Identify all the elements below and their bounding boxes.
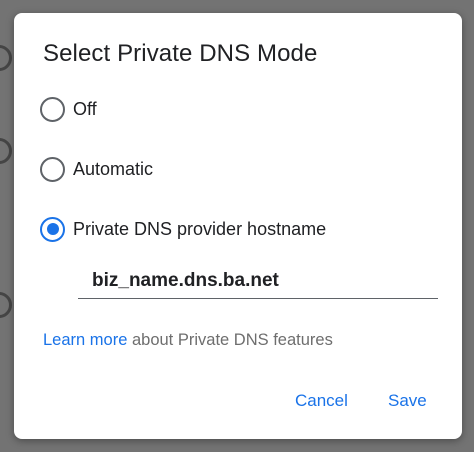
learn-more-link[interactable]: Learn more	[43, 331, 127, 349]
dialog-title: Select Private DNS Mode	[43, 40, 318, 67]
option-automatic[interactable]: Automatic	[40, 154, 153, 184]
background-settings-icon	[0, 292, 12, 318]
radio-off[interactable]	[40, 96, 65, 122]
option-off[interactable]: Off	[40, 94, 97, 124]
option-automatic-label: Automatic	[73, 158, 154, 179]
learn-more-text: Learn more about Private DNS features	[43, 331, 333, 350]
radio-automatic[interactable]	[40, 156, 65, 182]
radio-provider-hostname[interactable]	[40, 216, 65, 242]
background-settings-icon	[0, 138, 12, 164]
cancel-button[interactable]: Cancel	[295, 391, 348, 411]
hostname-input[interactable]	[78, 267, 438, 299]
private-dns-dialog: Select Private DNS Mode Off Automatic Pr…	[14, 13, 462, 439]
background-settings-icon	[0, 45, 12, 71]
learn-more-description: about Private DNS features	[127, 331, 333, 349]
option-provider-hostname-label: Private DNS provider hostname	[73, 218, 327, 239]
option-off-label: Off	[73, 98, 97, 119]
save-button[interactable]: Save	[388, 391, 427, 411]
option-provider-hostname[interactable]: Private DNS provider hostname	[40, 214, 326, 244]
